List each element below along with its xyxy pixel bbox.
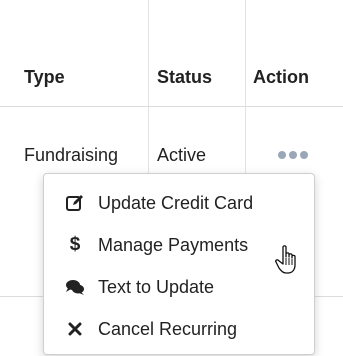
cell-status: Active — [157, 145, 207, 165]
menu-item-cancel-recurring[interactable]: Cancel Recurring — [44, 312, 314, 346]
menu-item-update-credit-card[interactable]: Update Credit Card — [44, 186, 314, 220]
menu-item-label: Update Credit Card — [98, 192, 254, 213]
dollar-icon: $ — [69, 234, 81, 255]
header-status: Status — [157, 67, 213, 87]
dot-icon — [289, 151, 297, 159]
dot-icon — [278, 151, 286, 159]
edit-icon — [64, 192, 86, 214]
menu-item-label: Manage Payments — [98, 234, 249, 255]
header-divider — [0, 106, 343, 107]
cell-type: Fundraising — [24, 145, 119, 165]
comments-icon — [64, 276, 86, 298]
column-divider — [245, 0, 246, 200]
dot-icon — [300, 151, 308, 159]
row-divider — [315, 296, 343, 297]
menu-item-manage-payments[interactable]: $ Manage Payments — [44, 228, 314, 262]
header-action: Action — [253, 67, 309, 87]
menu-item-label: Cancel Recurring — [98, 318, 238, 339]
hand-pointer-cursor-icon — [275, 245, 301, 275]
column-divider — [148, 0, 149, 200]
row-divider — [0, 296, 43, 297]
menu-item-text-to-update[interactable]: Text to Update — [44, 270, 314, 304]
menu-item-label: Text to Update — [98, 276, 215, 297]
page: Type Status Action Fundraising Active Up… — [0, 0, 343, 356]
header-type: Type — [24, 67, 65, 87]
close-icon — [64, 318, 86, 340]
more-actions-button[interactable] — [278, 151, 308, 159]
